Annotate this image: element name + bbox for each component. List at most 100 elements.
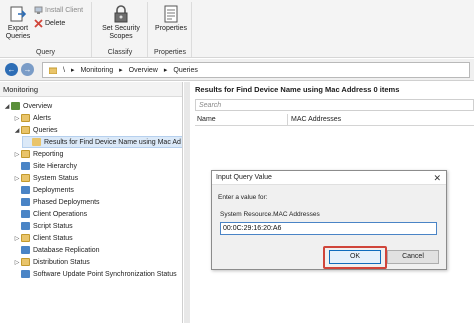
expand-caret-icon[interactable]: ◢: [13, 127, 21, 134]
export-queries-button[interactable]: Export Queries: [3, 5, 33, 41]
close-icon[interactable]: ✕: [433, 171, 441, 185]
forward-button[interactable]: →: [21, 63, 34, 76]
cancel-button[interactable]: Cancel: [387, 250, 439, 264]
properties-label: Properties: [155, 25, 187, 32]
back-button[interactable]: ←: [5, 63, 18, 76]
tree-item[interactable]: ▷ Client Status: [12, 232, 76, 244]
client-ops-icon: [21, 210, 30, 218]
tree-item-label: Distribution Status: [33, 258, 90, 266]
folder-icon: [21, 126, 30, 134]
back-arrow-icon: ←: [7, 65, 16, 74]
sync-icon: [21, 270, 30, 278]
expand-caret-icon[interactable]: ▷: [13, 235, 21, 242]
folder-icon: [49, 67, 57, 74]
script-icon: [21, 222, 30, 230]
dialog-prompt: Enter a value for:: [218, 194, 268, 201]
ok-button[interactable]: OK: [329, 250, 381, 264]
expand-caret-icon[interactable]: ▷: [13, 151, 21, 158]
query-icon: [32, 138, 41, 146]
delete-label: Delete: [45, 20, 66, 27]
database-icon: [21, 246, 30, 254]
column-divider[interactable]: [287, 114, 288, 126]
tree-item-label: Reporting: [33, 150, 64, 158]
install-client-button[interactable]: Install Client: [34, 6, 83, 15]
breadcrumb-separator: ▸: [163, 67, 168, 74]
value-input[interactable]: [220, 222, 437, 235]
breadcrumb-root[interactable]: \: [63, 67, 65, 74]
folder-icon: [21, 150, 30, 158]
breadcrumb[interactable]: \ ▸ Monitoring ▸ Overview ▸ Queries: [42, 62, 470, 78]
export-queries-label: Export Queries: [5, 25, 31, 40]
expand-caret-icon[interactable]: ▷: [13, 259, 21, 266]
breadcrumb-monitoring[interactable]: Monitoring: [80, 67, 113, 74]
properties-button[interactable]: Properties: [152, 5, 190, 33]
set-security-scopes-button[interactable]: Set Security Scopes: [97, 5, 145, 41]
tree-item-label: System Status: [33, 174, 79, 182]
folder-icon: [21, 234, 30, 242]
column-mac-addresses[interactable]: MAC Addresses: [291, 116, 341, 123]
forward-arrow-icon: →: [23, 65, 32, 74]
tree-item[interactable]: ▷ Distribution Status: [12, 256, 93, 268]
expand-caret-icon[interactable]: ◢: [3, 103, 11, 110]
dialog-title: Input Query Value: [216, 174, 272, 181]
classify-group: Set Security Scopes Classify: [93, 2, 148, 57]
folder-icon: [21, 174, 30, 182]
folder-icon: [21, 114, 30, 122]
search-input[interactable]: Search: [195, 99, 474, 111]
delete-button[interactable]: Delete: [34, 19, 65, 28]
expand-caret-icon[interactable]: ▷: [13, 175, 21, 182]
ribbon: Export Queries Install Client Delete Que…: [0, 0, 474, 58]
tree-item-label: Software Update Point Synchronization St…: [33, 270, 177, 278]
tree-item-label: Site Hierarchy: [33, 162, 77, 170]
tree-item-label: Client Operations: [33, 210, 88, 218]
address-bar: ← → \ ▸ Monitoring ▸ Overview ▸ Queries: [0, 59, 474, 81]
tree-item[interactable]: ◢ Queries: [12, 124, 61, 136]
tree-item[interactable]: Software Update Point Synchronization St…: [12, 268, 180, 280]
tree-item-label: Script Status: [33, 222, 73, 230]
deployments-icon: [21, 186, 30, 194]
tree-item-label: Database Replication: [33, 246, 100, 254]
set-security-scopes-label: Set Security Scopes: [102, 25, 140, 40]
field-label: System Resource.MAC Addresses: [220, 211, 320, 218]
query-group-label: Query: [35, 49, 56, 56]
tree-item[interactable]: Deployments: [12, 184, 77, 196]
phased-icon: [21, 198, 30, 206]
dialog-titlebar[interactable]: Input Query Value ✕: [212, 171, 446, 185]
workspace-title: Monitoring: [0, 82, 182, 97]
tree-item[interactable]: Client Operations: [12, 208, 90, 220]
column-header-row: Name MAC Addresses: [195, 114, 474, 126]
tree-item[interactable]: ▷ Alerts: [12, 112, 54, 124]
tree-item-label: Phased Deployments: [33, 198, 100, 206]
expand-caret-icon[interactable]: ▷: [13, 115, 21, 122]
tree-item-label: Overview: [23, 102, 53, 110]
navigation-pane: Monitoring ◢ Overview ▷ Alerts ◢ Queries Resul…: [0, 82, 183, 323]
breadcrumb-overview[interactable]: Overview: [129, 67, 158, 74]
properties-group-label: Properties: [154, 49, 186, 56]
tree-item-label: Client Status: [33, 234, 73, 242]
overview-icon: [11, 102, 20, 110]
breadcrumb-separator: ▸: [119, 67, 123, 74]
breadcrumb-queries[interactable]: Queries: [173, 67, 198, 74]
tree-item[interactable]: ▷ Reporting: [12, 148, 66, 160]
tree-item-label: Deployments: [33, 186, 74, 194]
input-query-dialog: Input Query Value ✕ Enter a value for: S…: [211, 170, 447, 270]
tree-item[interactable]: Database Replication: [12, 244, 103, 256]
tree-item-label: Alerts: [33, 114, 51, 122]
install-client-icon: [34, 6, 43, 14]
tree-item[interactable]: Phased Deployments: [12, 196, 103, 208]
properties-icon: [164, 5, 178, 23]
classify-group-label: Classify: [107, 49, 133, 56]
search-placeholder: Search: [199, 102, 222, 109]
tree-item-label: Results for Find Device Name using Mac A…: [44, 138, 181, 146]
tree-item[interactable]: ▷ System Status: [12, 172, 81, 184]
results-title: Results for Find Device Name using Mac A…: [195, 85, 400, 94]
tree-item[interactable]: Script Status: [12, 220, 76, 232]
export-icon: [10, 6, 27, 22]
tree-item[interactable]: Results for Find Device Name using Mac A…: [22, 136, 182, 148]
tree-item[interactable]: ◢ Overview: [2, 100, 55, 112]
query-group: Export Queries Install Client Delete Que…: [0, 2, 92, 57]
breadcrumb-separator: ▸: [70, 67, 75, 74]
tree-item[interactable]: Site Hierarchy: [12, 160, 80, 172]
properties-group: Properties Properties: [149, 2, 192, 57]
column-name[interactable]: Name: [197, 116, 216, 123]
